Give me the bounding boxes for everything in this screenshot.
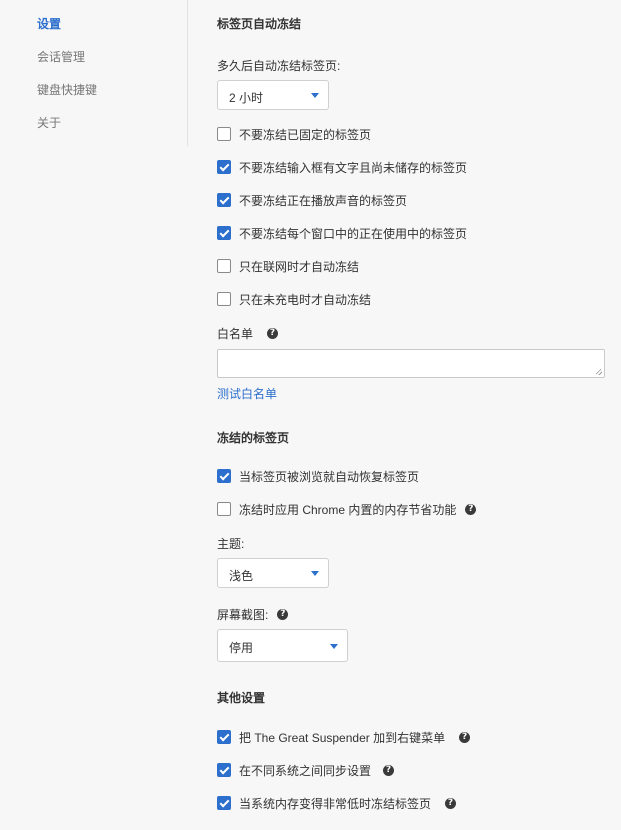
option-chrome-memory-saver[interactable]: 冻结时应用 Chrome 内置的内存节省功能 ? <box>217 501 477 517</box>
checkbox[interactable] <box>217 259 231 273</box>
sidebar-item-about[interactable]: 关于 <box>37 114 61 131</box>
option-only-when-online[interactable]: 只在联网时才自动冻结 <box>217 258 359 274</box>
caret-down-icon <box>311 571 319 576</box>
whitelist-textarea[interactable] <box>217 349 605 378</box>
theme-select-value: 浅色 <box>229 569 254 583</box>
screenshot-label: 屏幕截图: <box>217 608 269 622</box>
help-icon[interactable]: ? <box>383 764 395 776</box>
delay-select[interactable]: 2 小时 <box>217 80 329 110</box>
checkbox[interactable] <box>217 127 231 141</box>
screenshot-select[interactable]: 停用 <box>217 629 348 662</box>
caret-down-icon <box>330 644 338 649</box>
checkbox-label: 当标签页被浏览就自动恢复标签页 <box>239 469 420 484</box>
sidebar: 设置 会话管理 键盘快捷键 关于 <box>0 0 188 146</box>
help-icon[interactable]: ? <box>465 503 477 515</box>
option-sync-settings[interactable]: 在不同系统之间同步设置 ? <box>217 762 395 778</box>
theme-select[interactable]: 浅色 <box>217 558 329 588</box>
option-auto-unfreeze-on-view[interactable]: 当标签页被浏览就自动恢复标签页 <box>217 468 419 484</box>
section-title-frozen-tabs: 冻结的标签页 <box>217 431 290 445</box>
option-freeze-on-low-memory[interactable]: 当系统内存变得非常低时冻结标签页 ? <box>217 795 457 811</box>
option-never-freeze-active-tab[interactable]: 不要冻结每个窗口中的正在使用中的标签页 <box>217 225 467 241</box>
theme-label: 主题: <box>217 537 245 551</box>
option-never-freeze-pinned[interactable]: 不要冻结已固定的标签页 <box>217 126 371 142</box>
checkbox[interactable] <box>217 469 231 483</box>
checkbox-label: 不要冻结已固定的标签页 <box>239 127 372 142</box>
checkbox-label: 不要冻结输入框有文字且尚未储存的标签页 <box>239 160 468 175</box>
checkbox[interactable] <box>217 160 231 174</box>
section-title-auto-freeze: 标签页自动冻结 <box>217 17 302 31</box>
delay-select-value: 2 小时 <box>229 91 264 105</box>
checkbox-label: 当系统内存变得非常低时冻结标签页 <box>239 796 432 811</box>
checkbox-label: 在不同系统之间同步设置 <box>239 763 372 778</box>
checkbox-label: 冻结时应用 Chrome 内置的内存节省功能 <box>239 502 457 517</box>
section-title-other-settings: 其他设置 <box>217 691 266 705</box>
checkbox-label: 不要冻结正在播放声音的标签页 <box>239 193 408 208</box>
resize-grip-icon[interactable] <box>596 369 602 375</box>
sidebar-item-session-management[interactable]: 会话管理 <box>37 48 85 65</box>
option-only-when-on-battery[interactable]: 只在未充电时才自动冻结 <box>217 291 371 307</box>
checkbox[interactable] <box>217 292 231 306</box>
option-never-freeze-audio[interactable]: 不要冻结正在播放声音的标签页 <box>217 192 407 208</box>
checkbox[interactable] <box>217 796 231 810</box>
sidebar-item-settings[interactable]: 设置 <box>37 15 61 32</box>
delay-label: 多久后自动冻结标签页: <box>217 59 341 73</box>
option-context-menu[interactable]: 把 The Great Suspender 加到右键菜单 ? <box>217 729 471 745</box>
checkbox[interactable] <box>217 763 231 777</box>
checkbox-label: 只在未充电时才自动冻结 <box>239 292 372 307</box>
option-never-freeze-unsaved-input[interactable]: 不要冻结输入框有文字且尚未储存的标签页 <box>217 159 467 175</box>
checkbox[interactable] <box>217 730 231 744</box>
checkbox-label: 只在联网时才自动冻结 <box>239 259 360 274</box>
checkbox[interactable] <box>217 193 231 207</box>
checkbox[interactable] <box>217 226 231 240</box>
whitelist-label: 白名单 <box>217 327 254 341</box>
checkbox[interactable] <box>217 502 231 516</box>
help-icon[interactable]: ? <box>267 328 279 339</box>
screenshot-label-row: 屏幕截图: ? <box>217 606 289 623</box>
help-icon[interactable]: ? <box>459 731 471 743</box>
whitelist-label-row: 白名单 ? <box>217 325 279 342</box>
help-icon[interactable]: ? <box>277 609 289 620</box>
checkbox-label: 把 The Great Suspender 加到右键菜单 <box>239 730 446 745</box>
sidebar-item-keyboard-shortcuts[interactable]: 键盘快捷键 <box>37 81 97 98</box>
checkbox-label: 不要冻结每个窗口中的正在使用中的标签页 <box>239 226 468 241</box>
test-whitelist-link[interactable]: 测试白名单 <box>217 385 277 402</box>
caret-down-icon <box>311 93 319 98</box>
screenshot-select-value: 停用 <box>229 641 254 655</box>
help-icon[interactable]: ? <box>445 797 457 809</box>
